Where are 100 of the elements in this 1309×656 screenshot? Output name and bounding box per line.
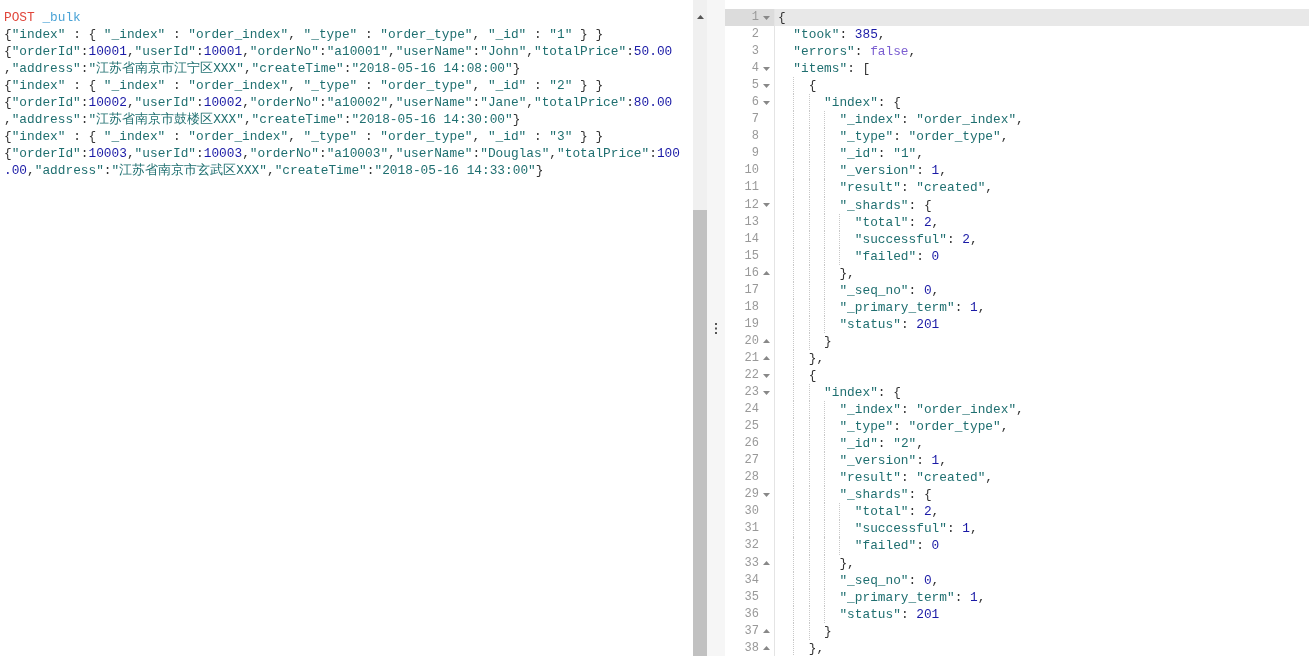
line-number: 13 [744,213,759,231]
code-line: .00,"address":"江苏省南京市玄武区XXX","createTime":"2018-05-16 14:33:00"} [3,162,545,179]
code-line: "status": 201 [775,315,940,333]
code-line: } [775,622,832,640]
code-line: }, [775,639,825,656]
line-number: 11 [744,179,759,197]
code-line: "status": 201 [775,605,940,623]
code-line: "items": [ [792,60,871,78]
code-line: {"index" : { "_index" : "order_index", "_type" : "order_type", "_id" : "3" } } [3,128,605,145]
line-number: 31 [744,520,759,538]
code-line: {"index" : { "_index" : "order_index", "_type" : "order_type", "_id" : "2" } } [3,77,605,94]
line-number: 24 [744,401,759,419]
line-number: 22 [744,367,759,384]
code-line: "_version": 1, [775,452,947,470]
fold-arrow-icon[interactable] [762,100,770,105]
line-number: 12 [744,196,759,214]
code-line: "_primary_term": 1, [775,298,986,316]
code-line: "successful": 1, [775,520,978,538]
code-line: } [775,332,832,350]
code-line: "failed": 0 [775,537,940,555]
scroll-thumb[interactable] [693,210,707,656]
line-number: 18 [744,298,759,316]
line-number: 32 [744,537,759,555]
code-line: "took": 385, [792,26,886,44]
code-line: { [777,9,786,27]
code-line: }, [775,264,855,282]
code-line: }, [775,554,855,572]
fold-arrow-icon[interactable] [762,271,770,276]
code-line: { [775,367,817,385]
code-line: "_shards": { [775,196,932,214]
line-number: 26 [744,435,759,453]
line-number: 23 [744,384,759,402]
line-number: 29 [744,486,759,504]
code-line: "_id": "1", [775,145,924,163]
code-line: }, [775,349,825,367]
scroll-up-icon[interactable] [696,15,704,19]
line-number: 8 [751,128,759,146]
line-number: 16 [744,264,759,282]
fold-arrow-icon[interactable] [762,561,770,565]
fold-arrow-icon[interactable] [762,356,770,361]
code-line: "total": 2, [775,503,940,521]
line-number: 3 [751,43,759,61]
code-line: {"orderId":10003,"userId":10003,"orderNo":"a10003","userName":"Douglas","totalPrice":100 [3,145,681,162]
code-line: "total": 2, [775,213,940,231]
line-number: 6 [751,94,759,112]
line-number: 4 [751,60,759,78]
code-line: "_index": "order_index", [775,401,1024,419]
code-line: ,"address":"江苏省南京市江宁区XXX","createTime":"2018-05-16 14:08:00"} [3,60,522,77]
fold-arrow-icon[interactable] [762,66,770,71]
code-line: "failed": 0 [775,247,940,265]
code-line: "index": { [775,94,901,112]
fold-arrow-icon[interactable] [762,646,770,651]
code-line: { [775,77,817,95]
drag-handle-icon[interactable] [715,322,717,334]
line-number: 35 [744,588,759,606]
code-line: "index": { [775,384,901,402]
line-number: 33 [744,554,759,572]
code-line: "errors": false, [792,43,917,61]
code-line: "_shards": { [775,486,932,504]
code-line: {"orderId":10002,"userId":10002,"orderNo":"a10002","userName":"Jane","totalPrice":80.00 [3,94,674,111]
scrollbar[interactable] [693,0,707,656]
fold-arrow-icon[interactable] [762,339,770,344]
code-line: "_id": "2", [775,435,924,453]
line-number: 14 [744,230,759,248]
line-number: 21 [744,349,759,367]
code-line: {"orderId":10001,"userId":10001,"orderNo":"a10001","userName":"John","totalPrice":50.00 [3,43,674,60]
line-number: 15 [744,247,759,265]
fold-arrow-icon[interactable] [762,15,770,20]
code-line: POST _bulk [3,9,82,26]
line-number: 2 [751,26,759,44]
code-line: ,"address":"江苏省南京市鼓楼区XXX","createTime":"2018-05-16 14:30:00"} [3,111,522,128]
line-number: 37 [744,622,759,640]
code-line: "_type": "order_type", [775,418,1009,436]
code-line: "successful": 2, [775,230,978,248]
line-number: 17 [744,281,759,299]
code-line: "_type": "order_type", [775,128,1009,146]
fold-arrow-icon[interactable] [762,83,770,88]
code-line: "result": "created", [775,179,994,197]
line-number: 27 [744,452,759,470]
code-line: "_primary_term": 1, [775,588,986,606]
line-number: 38 [744,639,759,656]
fold-arrow-icon[interactable] [762,629,770,634]
line-number: 10 [744,162,759,180]
code-line: "_seq_no": 0, [775,281,940,299]
line-number: 20 [744,332,759,350]
fold-arrow-icon[interactable] [762,373,770,378]
line-number: 28 [744,469,759,487]
line-number: 34 [744,571,759,589]
line-number: 9 [751,145,759,163]
code-line: {"index" : { "_index" : "order_index", "_type" : "order_type", "_id" : "1" } } [3,26,605,43]
line-number: 36 [744,605,759,623]
fold-arrow-icon[interactable] [762,203,770,208]
line-number: 19 [744,315,759,333]
line-number: 7 [751,111,759,129]
code-line: "_version": 1, [775,162,947,180]
line-number: 5 [751,77,759,95]
fold-arrow-icon[interactable] [762,492,770,497]
line-number: 1 [751,9,759,26]
fold-arrow-icon[interactable] [762,390,770,395]
code-line: "result": "created", [775,469,994,487]
